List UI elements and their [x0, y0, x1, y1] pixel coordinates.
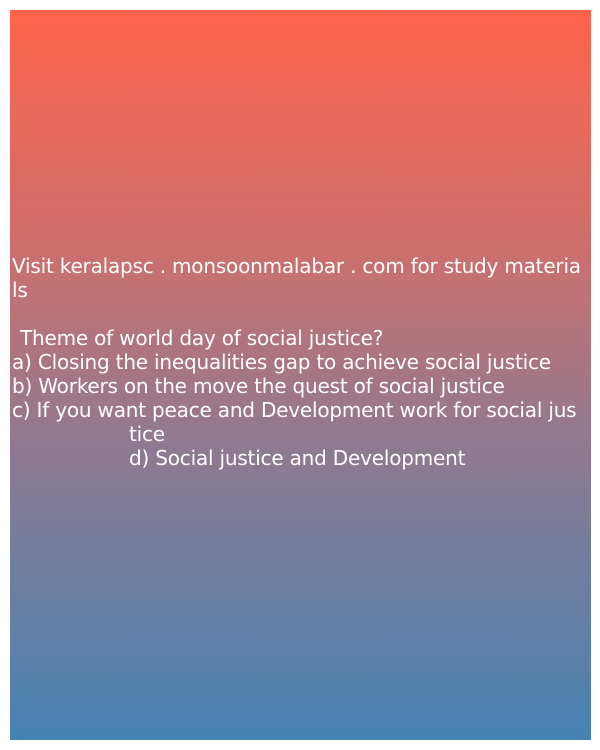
option-a: a) Closing the inequalities gap to achie…: [12, 350, 551, 374]
option-c-continuation: tice: [129, 422, 165, 446]
option-b: b) Workers on the move the quest of soci…: [12, 374, 505, 398]
option-d: d) Social justice and Development: [129, 446, 466, 470]
promo-line-1: Visit keralapsc . monsoonmalabar . com f…: [12, 254, 581, 278]
question-text-block: Visit keralapsc . monsoonmalabar . com f…: [12, 254, 589, 470]
question-title: Theme of world day of social justice?: [20, 326, 384, 350]
question-card: Visit keralapsc . monsoonmalabar . com f…: [10, 10, 591, 740]
promo-line-2: ls: [12, 278, 28, 302]
option-c: c) If you want peace and Development wor…: [12, 398, 577, 422]
